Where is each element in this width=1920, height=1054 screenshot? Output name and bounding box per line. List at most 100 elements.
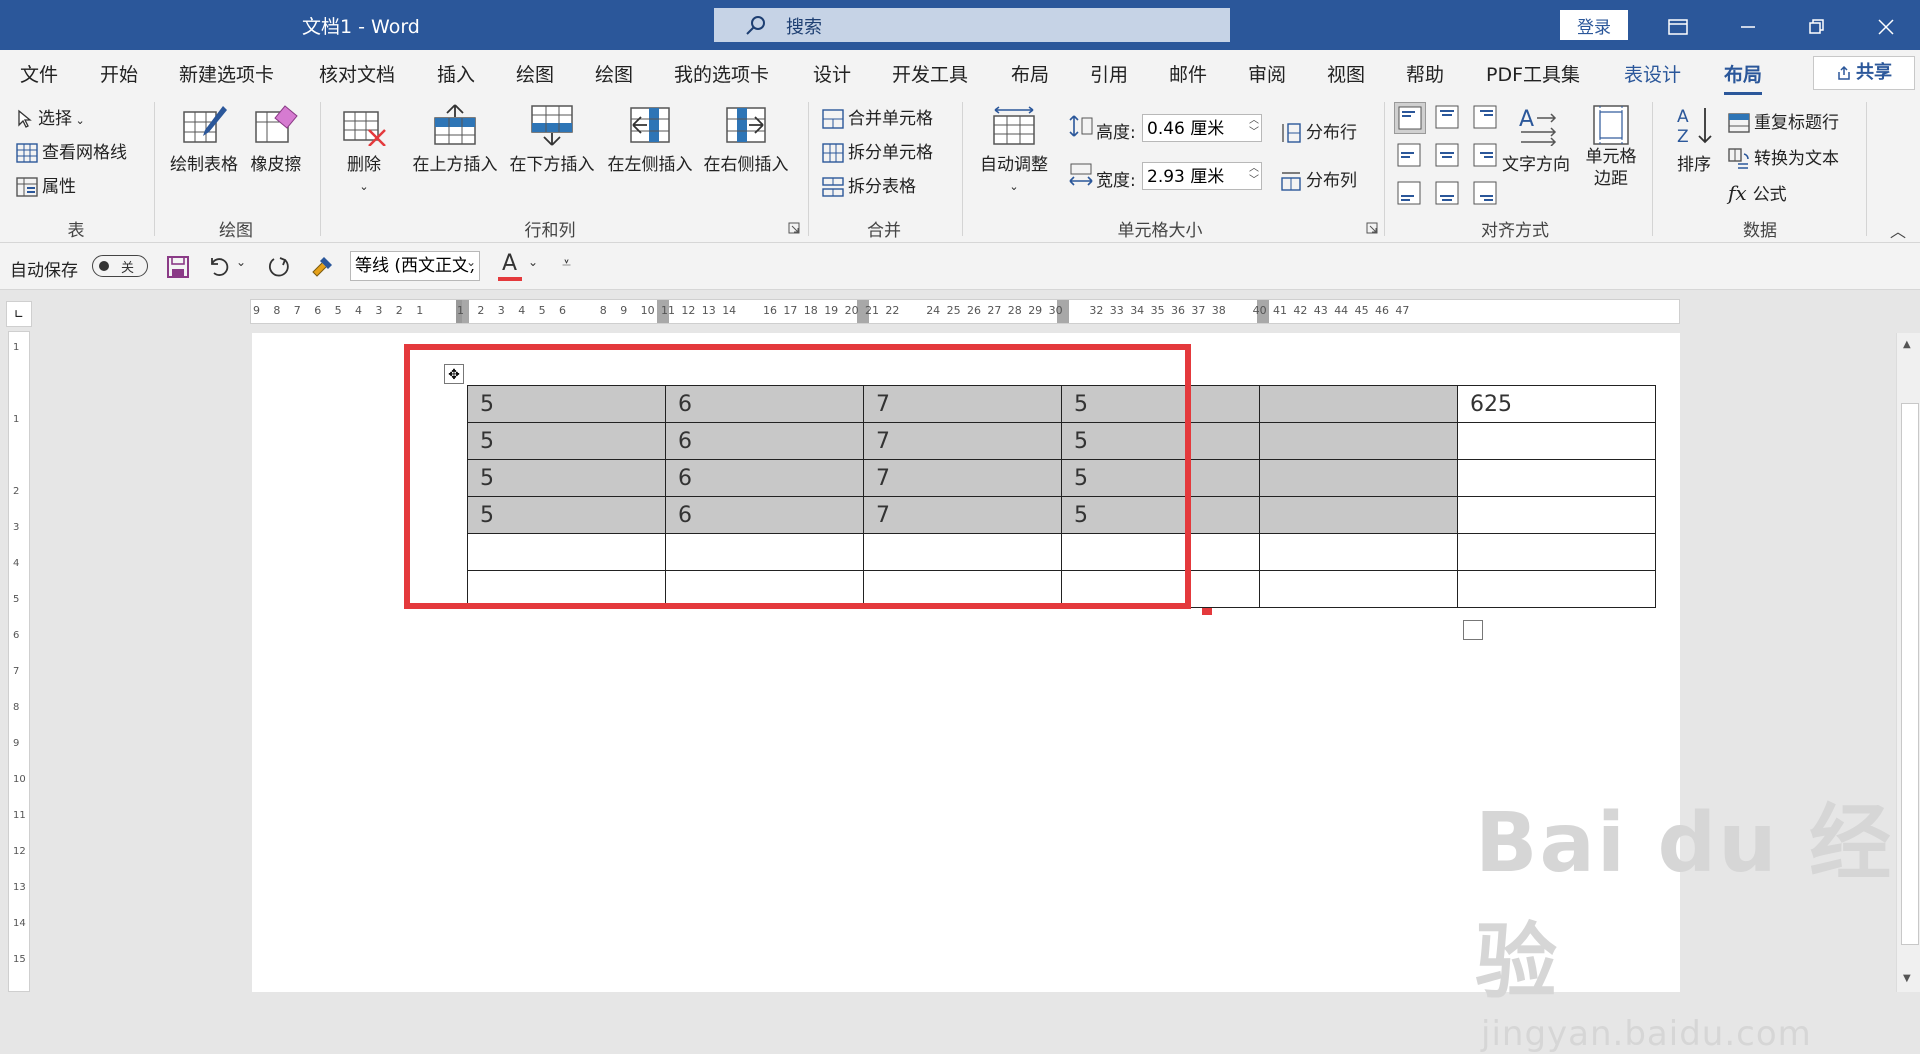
align-top-left-button[interactable]	[1394, 102, 1426, 134]
sort-button[interactable]: AZ 排序	[1664, 104, 1724, 175]
table-cell[interactable]	[1259, 459, 1458, 497]
table-resize-handle[interactable]	[1463, 620, 1483, 640]
tab-check-document[interactable]: 核对文档	[319, 60, 395, 87]
ruler-tick-label: 41	[1273, 304, 1287, 317]
tab-my-tab[interactable]: 我的选项卡	[674, 60, 769, 87]
split-cells-button[interactable]: 拆分单元格	[822, 138, 933, 163]
formula-button[interactable]: fx 公式	[1728, 180, 1787, 205]
chevron-down-icon: ⌄	[72, 114, 85, 127]
font-select[interactable]: 等线 (西文正文)	[350, 251, 480, 281]
table-cell[interactable]	[1457, 570, 1656, 608]
customize-toolbar-icon[interactable]: ⩡	[562, 253, 571, 273]
spinner-arrows-icon[interactable]: ︿ ﹀	[1249, 163, 1259, 187]
tab-pdf-tools[interactable]: PDF工具集	[1486, 60, 1580, 87]
align-bottom-left-button[interactable]	[1394, 178, 1426, 210]
tab-draw[interactable]: 绘图	[516, 60, 554, 87]
table-cell[interactable]	[1457, 459, 1656, 497]
tab-mailings[interactable]: 邮件	[1169, 60, 1207, 87]
split-table-button[interactable]: 拆分表格	[822, 172, 916, 197]
tab-table-design[interactable]: 表设计	[1624, 60, 1681, 87]
login-button[interactable]: 登录	[1560, 10, 1628, 40]
undo-icon[interactable]	[208, 255, 232, 279]
width-spinner[interactable]: 2.93 厘米 ︿ ﹀	[1142, 162, 1262, 190]
table-cell[interactable]	[1457, 496, 1656, 534]
properties-button[interactable]: 属性	[16, 172, 76, 197]
height-spinner[interactable]: 0.46 厘米 ︿ ﹀	[1142, 114, 1262, 142]
font-color-dropdown-icon[interactable]: ⌄	[528, 255, 538, 269]
column-width-icon	[1069, 163, 1093, 186]
select-button[interactable]: 选择 ⌄	[16, 104, 85, 129]
chevron-down-icon[interactable]: ⌄	[466, 255, 477, 269]
convert-to-text-button[interactable]: 转换为文本	[1728, 144, 1839, 170]
ruler-tick-label: 19	[824, 304, 839, 317]
autosave-toggle[interactable]: 关	[92, 255, 148, 277]
cell-margins-button[interactable]: 单元格 边距	[1580, 104, 1642, 190]
draw-table-button[interactable]: 绘制表格	[168, 104, 240, 175]
tab-references[interactable]: 引用	[1090, 60, 1128, 87]
autofit-icon	[993, 106, 1035, 145]
table-cell[interactable]	[1259, 385, 1458, 423]
search-box[interactable]: 搜索	[714, 8, 1230, 42]
insert-left-button[interactable]: 在左侧插入	[604, 104, 696, 175]
undo-dropdown-icon[interactable]: ⌄	[236, 255, 246, 269]
minimize-icon[interactable]	[1720, 0, 1776, 50]
watermark-url: jingyan.baidu.com	[1481, 1014, 1812, 1054]
insert-left-icon	[630, 107, 670, 143]
table-cell[interactable]	[1259, 533, 1458, 571]
delete-button[interactable]: 删除 ⌄	[334, 104, 394, 195]
ribbon-display-options-icon[interactable]	[1650, 0, 1706, 50]
ruler-tick-label: 6	[314, 304, 322, 317]
table-cell[interactable]	[1259, 570, 1458, 608]
insert-above-button[interactable]: 在上方插入	[410, 104, 500, 175]
share-button[interactable]: 共享	[1813, 56, 1915, 90]
tab-stop-icon: ∟	[13, 307, 25, 321]
dialog-launcher-icon[interactable]	[788, 222, 800, 234]
table-cell[interactable]	[1457, 422, 1656, 460]
select-label: 选择	[38, 109, 72, 129]
tab-review[interactable]: 审阅	[1248, 60, 1286, 87]
merge-cells-button[interactable]: 合并单元格	[822, 104, 933, 129]
text-direction-button[interactable]: A 文字方向	[1496, 104, 1576, 175]
close-icon[interactable]	[1858, 0, 1914, 50]
tab-draw-2[interactable]: 绘图	[595, 60, 633, 87]
distribute-rows-button[interactable]: 分布行	[1280, 118, 1357, 144]
format-painter-icon[interactable]	[310, 255, 334, 279]
horizontal-ruler[interactable]: 9 8 7 6 5 4 3 2 1 1 2 3 4 5 6 8 9 10 11 12 13 14 16 17 18 19 20 21 2…	[250, 299, 1680, 324]
align-center-button[interactable]	[1432, 140, 1464, 172]
table-cell[interactable]	[1259, 422, 1458, 460]
tab-home[interactable]: 开始	[100, 60, 138, 87]
distribute-columns-button[interactable]: 分布列	[1280, 166, 1357, 192]
repeat-header-rows-button[interactable]: 重复标题行	[1728, 108, 1839, 133]
font-color-button[interactable]: A	[498, 251, 524, 281]
tab-help[interactable]: 帮助	[1406, 60, 1444, 87]
collapse-ribbon-icon[interactable]: ︿	[1890, 218, 1906, 242]
align-top-center-button[interactable]	[1432, 102, 1464, 134]
scroll-up-icon[interactable]: ▲	[1903, 339, 1911, 350]
tab-selector[interactable]: ∟	[6, 301, 32, 327]
tab-design[interactable]: 设计	[813, 60, 851, 87]
spinner-arrows-icon[interactable]: ︿ ﹀	[1249, 115, 1259, 139]
tab-new-tab[interactable]: 新建选项卡	[179, 60, 274, 87]
align-bottom-center-button[interactable]	[1432, 178, 1464, 210]
save-icon[interactable]	[166, 255, 190, 279]
insert-right-button[interactable]: 在右侧插入	[700, 104, 792, 175]
table-cell[interactable]	[1457, 533, 1656, 571]
tab-file[interactable]: 文件	[20, 60, 58, 87]
align-bottom-right-button[interactable]	[1470, 178, 1502, 210]
table-cell[interactable]: 625	[1457, 385, 1656, 423]
tab-page-layout[interactable]: 布局	[1011, 60, 1049, 87]
restore-icon[interactable]	[1788, 0, 1844, 50]
table-cell[interactable]	[1259, 496, 1458, 534]
tab-view[interactable]: 视图	[1327, 60, 1365, 87]
align-center-left-button[interactable]	[1394, 140, 1426, 172]
dialog-launcher-icon[interactable]	[1366, 222, 1378, 234]
tab-developer[interactable]: 开发工具	[892, 60, 968, 87]
eraser-button[interactable]: 橡皮擦	[246, 104, 306, 175]
tab-insert[interactable]: 插入	[437, 60, 475, 87]
tab-table-layout[interactable]: 布局	[1724, 60, 1763, 95]
redo-icon[interactable]	[266, 255, 290, 279]
autofit-button[interactable]: 自动调整 ⌄	[974, 104, 1054, 195]
insert-below-button[interactable]: 在下方插入	[506, 104, 598, 175]
vertical-ruler[interactable]: 112345678910111213141516	[8, 331, 30, 992]
view-gridlines-button[interactable]: 查看网格线	[16, 138, 127, 163]
